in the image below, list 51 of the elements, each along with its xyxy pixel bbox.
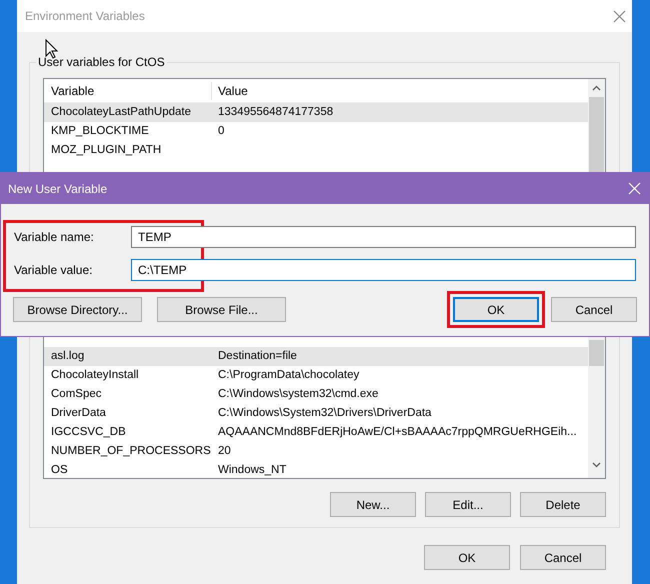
variable-value: C:\ProgramData\chocolatey [218, 368, 360, 383]
variable-name: DriverData [50, 406, 107, 421]
variable-name: ChocolateyInstall [50, 368, 140, 383]
dialog-button[interactable]: Delete [520, 492, 606, 517]
input-field[interactable]: C:\TEMP [131, 259, 636, 281]
dialog-button[interactable]: OK [424, 545, 510, 570]
list-row[interactable]: ChocolateyInstall C:\ProgramData\chocolatey [44, 366, 588, 385]
dialog-button[interactable]: Browse Directory... [13, 297, 142, 322]
scrollbar-thumb[interactable] [589, 340, 604, 366]
column-header[interactable]: Variable [44, 82, 212, 100]
cursor-icon [45, 39, 58, 59]
scroll-down-icon[interactable] [592, 462, 601, 468]
variable-name: OS [50, 462, 69, 478]
scroll-up-icon[interactable] [592, 85, 601, 91]
variable-name: asl.log [50, 348, 86, 364]
variable-name: ComSpec [50, 386, 102, 402]
dialog-title: New User Variable [8, 180, 108, 198]
dialog-button[interactable]: Edit... [425, 492, 511, 517]
variable-name: IGCCSVC_DB [50, 424, 127, 440]
variable-value: 20 [218, 444, 231, 459]
dialog-button[interactable]: New... [330, 492, 416, 517]
window-title: Environment Variables [25, 8, 145, 25]
list-row[interactable]: DriverData C:\Windows\System32\Drivers\DriverData [44, 404, 588, 423]
variable-value: C:\Windows\System32\Drivers\DriverData [218, 406, 432, 421]
variable-value: 0 [218, 124, 224, 139]
dialog-button[interactable]: Cancel [520, 545, 606, 570]
variable-name: ChocolateyLastPathUpdate [50, 104, 192, 120]
dialog-button[interactable]: Cancel [551, 297, 637, 322]
variable-value: 133495564874177358 [218, 104, 334, 120]
close-icon[interactable] [613, 10, 626, 22]
list-row[interactable]: IGCCSVC_DB AQAAANCMnd8BFdERjHoAwE/Cl+sBAAAAc7rppQMRGUeRHGEih... [44, 423, 588, 442]
variable-name: KMP_BLOCKTIME [50, 124, 150, 139]
list-row[interactable]: NUMBER_OF_PROCESSORS 20 [44, 442, 588, 461]
variable-name: NUMBER_OF_PROCESSORS [50, 444, 212, 459]
field-label: Variable name: [13, 229, 95, 246]
variable-value: C:\Windows\system32\cmd.exe [218, 386, 378, 402]
field-label: Variable value: [13, 262, 94, 279]
dialog-button[interactable]: OK [453, 297, 539, 322]
list-row[interactable]: OS Windows_NT [44, 461, 588, 478]
list-row[interactable]: KMP_BLOCKTIME 0 [44, 122, 588, 141]
list-row[interactable]: ChocolateyLastPathUpdate 133495564874177358 [44, 103, 588, 122]
input-field[interactable]: TEMP [131, 226, 636, 248]
dialog-button[interactable]: Browse File... [157, 297, 286, 322]
list-row[interactable]: MOZ_PLUGIN_PATH [44, 141, 588, 160]
column-header[interactable]: Value [212, 82, 248, 100]
variable-value: Destination=file [218, 348, 297, 364]
variable-name: MOZ_PLUGIN_PATH [50, 142, 162, 158]
variable-value: AQAAANCMnd8BFdERjHoAwE/Cl+sBAAAAc7rppQMRGUeRHGEih... [218, 424, 577, 440]
variable-value: Windows_NT [218, 462, 286, 478]
list-row[interactable]: ComSpec C:\Windows\system32\cmd.exe [44, 385, 588, 404]
list-row[interactable]: asl.log Destination=file [44, 347, 588, 366]
